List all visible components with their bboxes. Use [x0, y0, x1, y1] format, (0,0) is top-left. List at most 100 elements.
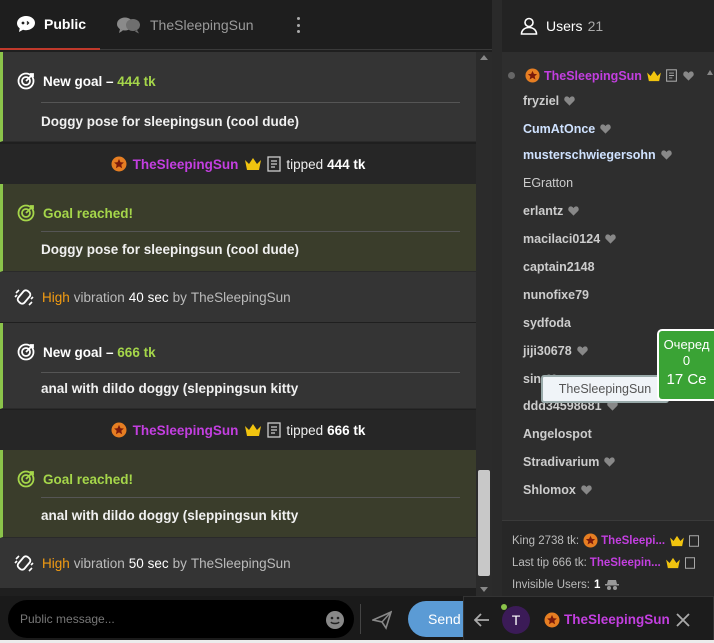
heart-icon[interactable]: [604, 457, 616, 467]
heart-icon[interactable]: [576, 346, 588, 356]
scroll-up-arrow[interactable]: [707, 70, 713, 75]
tip-message: TheSleepingSun tipped 666 tk: [0, 410, 476, 450]
user-list-item[interactable]: macilaci0124: [523, 232, 616, 246]
crown-icon: [647, 70, 661, 81]
user-list-item[interactable]: Shlomox: [523, 483, 592, 497]
user-list-item[interactable]: erlantz: [523, 204, 580, 218]
user-name: Shlomox: [523, 483, 576, 497]
user-list-item[interactable]: nunofixe79: [523, 288, 589, 302]
more-options-icon[interactable]: [290, 14, 306, 36]
scroll-up-arrow[interactable]: [480, 55, 488, 60]
user-list-item[interactable]: musterschwiegersohn: [523, 148, 672, 162]
message-input-bar: Send: [0, 596, 492, 643]
last-tip-username[interactable]: TheSleepin...: [590, 557, 661, 569]
heart-icon[interactable]: [568, 206, 580, 216]
paper-plane-icon[interactable]: [372, 610, 392, 630]
goal-message: New goal – 666 tk anal with dildo doggy …: [0, 323, 476, 409]
heart-icon[interactable]: [564, 96, 575, 106]
user-list-item[interactable]: Angelospot: [523, 427, 592, 441]
goal-label: New goal –: [43, 73, 114, 89]
users-header: Users 21: [502, 0, 714, 52]
goal-reached-label: Goal reached!: [43, 205, 134, 221]
tab-public[interactable]: Public: [0, 0, 100, 50]
heart-icon[interactable]: [605, 234, 616, 244]
goal-amount: 666 tk: [117, 344, 156, 360]
star-badge-icon: [583, 533, 598, 548]
document-icon: [684, 557, 695, 569]
tab-private-label: TheSleepingSun: [150, 17, 254, 33]
user-list-item[interactable]: captain2148: [523, 260, 595, 274]
queue-widget[interactable]: Очеред 0 17 Се: [657, 329, 714, 401]
last-tip-line: Last tip 666 tk: TheSleepin...: [512, 557, 696, 569]
vibration-username[interactable]: TheSleepingSun: [191, 290, 291, 305]
arrow-left-icon[interactable]: [474, 612, 490, 627]
tip-username[interactable]: TheSleepingSun: [133, 423, 239, 438]
public-message-input[interactable]: [8, 600, 354, 638]
close-icon[interactable]: [676, 612, 690, 627]
user-name: sydfoda: [523, 316, 571, 330]
target-icon: [17, 204, 35, 222]
spy-icon: [605, 580, 620, 590]
last-tip-label: Last tip 666 tk:: [512, 557, 587, 569]
queue-time: 17 Се: [666, 371, 707, 388]
users-footer: King 2738 tk: TheSleepi... Last tip 666 …: [502, 520, 714, 596]
vibration-level: High: [42, 555, 70, 571]
scroll-down-arrow[interactable]: [480, 587, 488, 592]
goal-amount: 444 tk: [117, 73, 156, 89]
tip-text: tipped: [286, 156, 324, 172]
user-list-item[interactable]: EGratton: [523, 176, 573, 190]
vibration-username[interactable]: TheSleepingSun: [191, 556, 291, 571]
user-name: jiji30678: [523, 344, 572, 358]
vibration-time: 40 sec: [128, 289, 169, 305]
vibration-message: High vibration 50 sec by TheSleepingSun: [0, 538, 476, 588]
goal-description: Doggy pose for sleepingsun (cool dude): [41, 242, 300, 257]
crown-icon: [670, 535, 684, 546]
king-label: King 2738 tk:: [512, 534, 580, 547]
user-icon: [520, 17, 538, 35]
user-name: TheSleepingSun: [544, 68, 642, 83]
goal-description: anal with dildo doggy (sleppingsun kitty: [41, 381, 299, 396]
heart-icon[interactable]: [683, 70, 694, 81]
chat-scrollbar[interactable]: [476, 52, 492, 596]
vibration-icon: [14, 555, 34, 572]
crown-icon: [665, 557, 680, 569]
goal-message: New goal – 444 tk Doggy pose for sleepin…: [0, 52, 476, 142]
goal-reached-message: Goal reached! Doggy pose for sleepingsun…: [0, 184, 476, 272]
tip-username[interactable]: TheSleepingSun: [133, 157, 239, 172]
vibration-level: High: [42, 289, 70, 305]
user-list-item[interactable]: fryziel: [523, 94, 575, 108]
star-badge-icon: [111, 156, 127, 172]
user-list-item[interactable]: sydfoda: [523, 316, 571, 330]
target-icon: [17, 470, 35, 488]
vibration-message: High vibration 40 sec by TheSleepingSun: [0, 272, 476, 322]
users-scrollbar[interactable]: [706, 62, 714, 512]
user-list-item[interactable]: Stradivarium: [523, 455, 616, 469]
user-name: musterschwiegersohn: [523, 148, 656, 162]
heart-icon[interactable]: [660, 150, 672, 160]
document-icon: [666, 69, 677, 82]
heart-icon[interactable]: [581, 485, 592, 495]
pm-username[interactable]: TheSleepingSun: [564, 612, 670, 627]
tip-amount: 444 tk: [327, 156, 366, 172]
user-name: EGratton: [523, 176, 574, 190]
tab-private-chat[interactable]: TheSleepingSun: [116, 0, 254, 50]
queue-count: 0: [682, 353, 691, 368]
heart-icon[interactable]: [600, 124, 611, 134]
user-list-item[interactable]: jiji30678: [523, 344, 588, 358]
goal-reached-message: Goal reached! anal with dildo doggy (sle…: [0, 450, 476, 538]
emoji-icon[interactable]: [325, 610, 345, 630]
user-name: nunofixe79: [523, 288, 589, 302]
vibration-icon: [14, 289, 34, 306]
king-line: King 2738 tk: TheSleepi...: [512, 533, 700, 548]
avatar[interactable]: T: [501, 603, 530, 634]
king-username[interactable]: TheSleepi...: [601, 535, 665, 547]
invisible-count: 1: [593, 579, 601, 591]
scroll-thumb[interactable]: [478, 470, 490, 576]
goal-label: New goal –: [43, 344, 114, 360]
user-name: sin: [523, 372, 542, 386]
chat-panel: Public TheSleepingSun New goal – 444 tk …: [0, 0, 492, 643]
user-list-item[interactable]: CumAtOnce: [523, 122, 611, 136]
user-name: macilaci0124: [523, 232, 601, 246]
user-list-item-owner[interactable]: TheSleepingSun: [508, 68, 694, 83]
star-badge-icon: [525, 68, 540, 83]
